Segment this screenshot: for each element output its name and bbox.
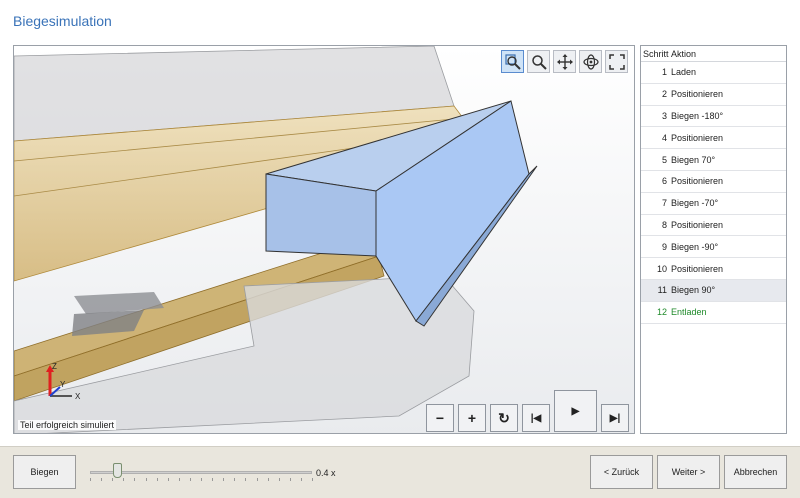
speed-slider-thumb[interactable] [112,463,122,478]
step-row[interactable]: 9 Biegen -90° [641,236,786,259]
speed-slider[interactable] [90,463,313,481]
slider-tick [267,478,269,481]
zoom-button[interactable] [527,50,550,73]
simulation-viewport[interactable]: Z Y X Teil erfolgreich simuliert − + ↻ |… [13,45,635,434]
step-row[interactable]: 6 Positionieren [641,171,786,193]
step-number: 6 [661,176,667,187]
slider-tick [123,478,125,481]
pan-icon [556,53,573,70]
step-action: Laden [671,67,697,78]
slider-tick [300,478,302,481]
step-action: Biegen -70° [671,198,719,209]
view-toolbar [501,50,628,73]
x-axis-label: X [75,392,81,401]
step-number: 3 [661,110,667,121]
slider-tick [201,478,202,481]
slider-tick [256,478,258,481]
step-number: 10 [656,263,667,274]
slider-tick [134,478,136,481]
step-number: 12 [656,307,667,318]
slider-tick [156,478,158,481]
step-action: Positionieren [671,132,724,143]
axis-gizmo: Z Y X [46,362,81,401]
zoom-out-button[interactable]: − [426,404,454,432]
back-button[interactable]: < Zurück [590,455,653,489]
step-list-header: Schritt Aktion [641,46,786,62]
zoom-icon [531,54,547,70]
step-action: Positionieren [671,263,724,274]
play-button[interactable]: ▶ [554,390,597,432]
column-header-action: Aktion [671,48,697,59]
speed-value: 0.4 x [316,468,336,478]
step-row[interactable]: 2 Positionieren [641,84,786,106]
step-number: 2 [661,89,667,100]
step-action: Entladen [671,307,707,318]
simulation-status: Teil erfolgreich simuliert [18,420,117,430]
slider-tick [212,478,214,481]
step-number: 8 [661,219,667,230]
slider-tick [145,478,147,481]
slider-tick [189,478,191,481]
step-number: 9 [661,241,667,252]
step-action: Positionieren [671,219,724,230]
slider-tick [289,478,291,481]
step-row[interactable]: 8 Positionieren [641,215,786,237]
next-button[interactable]: Weiter > [657,455,720,489]
step-action: Positionieren [671,176,724,187]
cancel-button[interactable]: Abbrechen [724,455,787,489]
slider-tick [312,478,313,481]
slider-tick [101,478,103,481]
slider-tick [178,478,180,481]
zoom-in-button[interactable]: + [458,404,486,432]
playback-controls: − + ↻ |◀ ▶ ▶| [426,388,629,432]
step-row[interactable]: 1 Laden [641,62,786,84]
y-axis-label: Y [60,380,66,389]
step-row[interactable]: 10 Positionieren [641,258,786,280]
last-step-button[interactable]: ▶| [601,404,629,432]
slider-tick [234,478,236,481]
slider-tick [278,478,280,481]
speed-slider-track[interactable] [90,471,312,474]
step-list: Schritt Aktion 1 Laden 2 Positionieren 3 Bieg… [640,45,787,434]
step-action: Biegen -180° [671,110,724,121]
rotate-button[interactable] [579,50,602,73]
title-bar: Biegesimulation [0,0,800,44]
step-row[interactable]: 5 Biegen 70° [641,149,786,171]
z-axis-label: Z [52,362,57,371]
step-number: 4 [661,132,667,143]
step-number: 5 [661,154,667,165]
step-action: Biegen 70° [671,154,716,165]
footer-bar: Biegen 0.4 x < Zurück Weiter > Abbrechen [0,446,800,498]
step-row[interactable]: 4 Positionieren [641,127,786,150]
step-row[interactable]: 3 Biegen -180° [641,106,786,128]
slider-tick [112,478,114,481]
step-row[interactable]: 12 Entladen [641,302,786,324]
zoom-box-button[interactable] [501,50,524,73]
column-header-step: Schritt [643,48,669,59]
step-row[interactable]: 11 Biegen 90° [641,279,786,302]
fit-icon [608,53,625,70]
bend-scene[interactable] [14,46,635,434]
step-row[interactable]: 7 Biegen -70° [641,193,786,215]
window-title: Biegesimulation [13,13,112,29]
zoom-box-icon [504,53,521,70]
reset-view-button[interactable]: ↻ [490,404,518,432]
slider-tick [245,478,247,481]
fit-view-button[interactable] [605,50,628,73]
step-action: Biegen 90° [671,285,716,296]
slider-tick [223,478,225,481]
step-number: 11 [657,285,667,296]
first-step-button[interactable]: |◀ [522,404,550,432]
rotate-icon [582,53,599,70]
slider-tick [90,478,91,481]
step-action: Positionieren [671,89,724,100]
step-number: 1 [661,67,667,78]
slider-tick [167,478,169,481]
bend-button[interactable]: Biegen [13,455,76,489]
pan-button[interactable] [553,50,576,73]
step-rows: 1 Laden 2 Positionieren 3 Biegen -180° 4 Positi… [641,62,786,324]
step-action: Biegen -90° [671,241,719,252]
step-number: 7 [661,198,667,209]
